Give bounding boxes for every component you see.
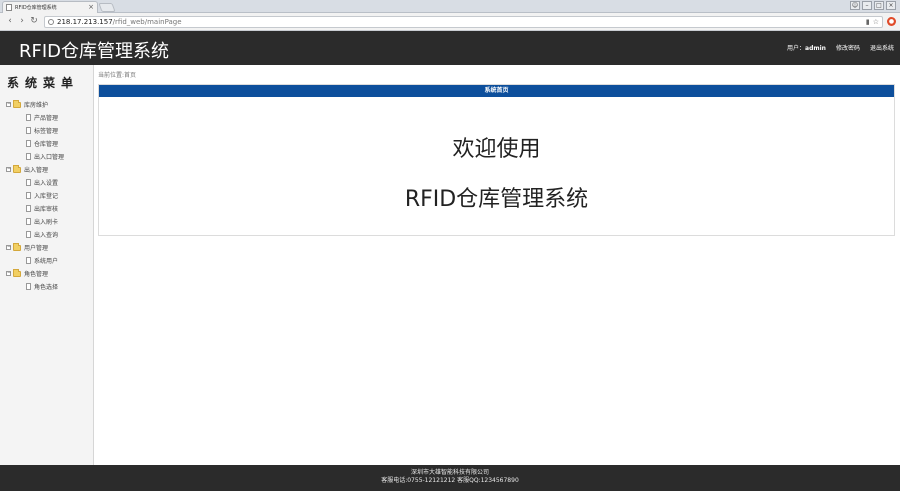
forward-icon[interactable]: › bbox=[16, 17, 28, 26]
menu-group-label: 用户管理 bbox=[24, 245, 49, 252]
translate-icon[interactable]: ▮ bbox=[866, 18, 870, 26]
header-user-area: 用户：admin 修改密码 退出系统 bbox=[787, 43, 894, 52]
file-icon bbox=[26, 140, 31, 147]
menu-item-inbound-register[interactable]: 入库登记 bbox=[0, 189, 93, 202]
back-icon[interactable]: ‹ bbox=[4, 17, 16, 26]
browser-tab-strip: RFID仓库管理系统 × ☺ – □ × bbox=[0, 0, 900, 13]
menu-group-warehouse[interactable]: − 库房维护 bbox=[0, 98, 93, 111]
menu-item-tags[interactable]: 标签管理 bbox=[0, 124, 93, 137]
browser-tab[interactable]: RFID仓库管理系统 × bbox=[2, 1, 98, 13]
panel-title: 系统首页 bbox=[99, 85, 894, 97]
extension-icon[interactable]: ● bbox=[887, 17, 896, 26]
maximize-icon[interactable]: □ bbox=[874, 1, 884, 10]
menu-item-outbound-review[interactable]: 出库审核 bbox=[0, 202, 93, 215]
file-icon bbox=[26, 283, 31, 290]
menu-item-role-select[interactable]: 角色选择 bbox=[0, 280, 93, 293]
footer: 深圳市大雄智能科技有限公司 客服电话:0755-12121212 客服QQ:12… bbox=[0, 465, 900, 491]
breadcrumb: 当前位置:首页 bbox=[98, 72, 137, 79]
file-icon bbox=[26, 127, 31, 134]
new-tab-button[interactable] bbox=[98, 3, 116, 12]
current-user: 用户：admin bbox=[787, 45, 826, 52]
browser-tab-title: RFID仓库管理系统 bbox=[15, 5, 57, 11]
menu-group-label: 库房维护 bbox=[24, 102, 49, 109]
folder-icon bbox=[13, 268, 21, 277]
user-icon[interactable]: ☺ bbox=[850, 1, 860, 10]
change-password-link[interactable]: 修改密码 bbox=[836, 43, 860, 52]
reload-icon[interactable]: ↻ bbox=[28, 17, 40, 26]
browser-toolbar: ‹ › ↻ 218.17.213.157/rfid_web/mainPage ▮… bbox=[0, 13, 900, 31]
collapse-icon[interactable]: − bbox=[6, 245, 11, 250]
file-icon bbox=[26, 153, 31, 160]
menu-group-roles[interactable]: − 角色管理 bbox=[0, 267, 93, 280]
folder-icon bbox=[13, 242, 21, 251]
app-title: RFID仓库管理系统 bbox=[19, 41, 170, 62]
welcome-heading: 欢迎使用 bbox=[452, 137, 541, 162]
menu-item-gates[interactable]: 出入口管理 bbox=[0, 150, 93, 163]
file-icon bbox=[26, 231, 31, 238]
footer-contact: 客服电话:0755-12121212 客服QQ:1234567890 bbox=[381, 477, 519, 484]
menu-group-users[interactable]: − 用户管理 bbox=[0, 241, 93, 254]
page-favicon-icon bbox=[6, 4, 12, 11]
close-window-icon[interactable]: × bbox=[886, 1, 896, 10]
menu-group-label: 角色管理 bbox=[24, 271, 49, 278]
folder-icon bbox=[13, 164, 21, 173]
menu-item-inout-query[interactable]: 出入查询 bbox=[0, 228, 93, 241]
file-icon bbox=[26, 257, 31, 264]
url-text: 218.17.213.157/rfid_web/mainPage bbox=[57, 17, 182, 26]
menu-item-inout-settings[interactable]: 出入设置 bbox=[0, 176, 93, 189]
menu-group-label: 出入管理 bbox=[24, 167, 49, 174]
menu-item-warehouses[interactable]: 仓库管理 bbox=[0, 137, 93, 150]
welcome-system-name: RFID仓库管理系统 bbox=[404, 187, 589, 212]
bookmark-star-icon[interactable]: ☆ bbox=[873, 18, 879, 26]
address-bar[interactable]: 218.17.213.157/rfid_web/mainPage ▮ ☆ bbox=[44, 15, 883, 28]
collapse-icon[interactable]: − bbox=[6, 102, 11, 107]
info-icon[interactable] bbox=[48, 18, 54, 25]
window-controls: ☺ – □ × bbox=[850, 1, 896, 10]
menu-item-card-swipe[interactable]: 出入刷卡 bbox=[0, 215, 93, 228]
file-icon bbox=[26, 205, 31, 212]
logout-link[interactable]: 退出系统 bbox=[870, 43, 894, 52]
folder-icon bbox=[13, 99, 21, 108]
menu-item-system-users[interactable]: 系统用户 bbox=[0, 254, 93, 267]
sidebar: 系统菜单 − 库房维护 产品管理 标签管理 仓库管理 出入口管理 − 出入管理 … bbox=[0, 65, 94, 465]
collapse-icon[interactable]: − bbox=[6, 271, 11, 276]
home-panel: 系统首页 欢迎使用 RFID仓库管理系统 bbox=[98, 84, 895, 236]
minimize-icon[interactable]: – bbox=[862, 1, 872, 10]
app-header: RFID仓库管理系统 用户：admin 修改密码 退出系统 bbox=[0, 31, 900, 65]
close-icon[interactable]: × bbox=[88, 4, 94, 11]
file-icon bbox=[26, 114, 31, 121]
sidebar-title: 系统菜单 bbox=[7, 76, 80, 90]
menu-item-products[interactable]: 产品管理 bbox=[0, 111, 93, 124]
collapse-icon[interactable]: − bbox=[6, 167, 11, 172]
menu-tree: − 库房维护 产品管理 标签管理 仓库管理 出入口管理 − 出入管理 出入设置 … bbox=[0, 98, 93, 293]
file-icon bbox=[26, 179, 31, 186]
file-icon bbox=[26, 218, 31, 225]
menu-group-inout[interactable]: − 出入管理 bbox=[0, 163, 93, 176]
footer-company: 深圳市大雄智能科技有限公司 bbox=[410, 469, 489, 476]
file-icon bbox=[26, 192, 31, 199]
